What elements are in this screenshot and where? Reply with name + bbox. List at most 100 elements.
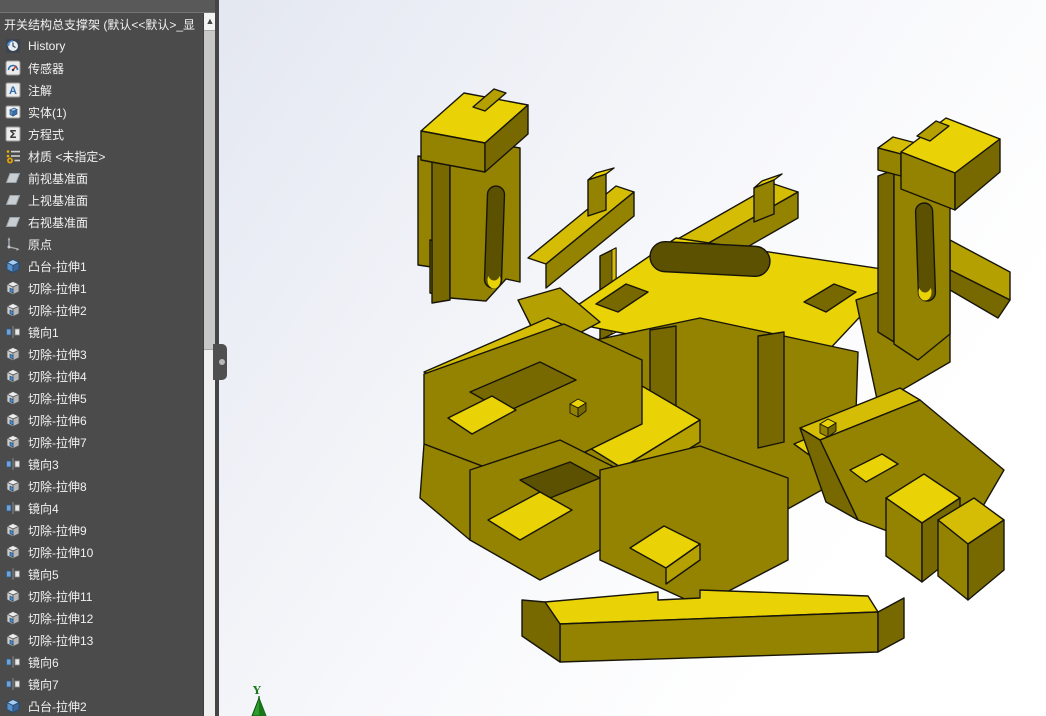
cut-extrude-icon	[5, 434, 21, 450]
tree-item[interactable]: 切除-拉伸10	[0, 541, 215, 563]
tree-item-label: 切除-拉伸6	[28, 413, 87, 428]
solid-bodies-icon	[5, 104, 21, 120]
boss-extrude-icon	[5, 698, 21, 714]
origin-icon	[5, 236, 21, 252]
cut-extrude-icon	[5, 412, 21, 428]
tree-item[interactable]: 右视基准面	[0, 211, 215, 233]
tree-item[interactable]: History	[0, 35, 215, 57]
tree-item[interactable]: 前视基准面	[0, 167, 215, 189]
tree-item[interactable]: 镜向5	[0, 563, 215, 585]
tree-item[interactable]: 切除-拉伸1	[0, 277, 215, 299]
tree-item[interactable]: 凸台-拉伸1	[0, 255, 215, 277]
tree-item[interactable]: A 注解	[0, 79, 215, 101]
tree-item-label: 切除-拉伸1	[28, 281, 87, 296]
tree-item[interactable]: 切除-拉伸12	[0, 607, 215, 629]
tree-item[interactable]: 凸台-拉伸2	[0, 695, 215, 716]
scroll-up-arrow-icon[interactable]: ▲	[204, 13, 215, 30]
tree-item-label: 切除-拉伸3	[28, 347, 87, 362]
tree-item-label: 上视基准面	[28, 193, 89, 208]
cut-extrude-icon	[5, 588, 21, 604]
tree-item-label: 镜向7	[28, 677, 59, 692]
cut-extrude-icon	[5, 632, 21, 648]
tree-item-label: 实体(1)	[28, 105, 67, 120]
tree-item-label: 切除-拉伸2	[28, 303, 87, 318]
mirror-icon	[5, 654, 21, 670]
tree-item[interactable]: 切除-拉伸3	[0, 343, 215, 365]
panel-top-bar	[0, 0, 215, 13]
tree-item[interactable]: 镜向7	[0, 673, 215, 695]
tree-item[interactable]: 材质 <未指定>	[0, 145, 215, 167]
mirror-icon	[5, 676, 21, 692]
triad-y-axis-icon	[251, 696, 267, 716]
equations-icon: Σ	[5, 126, 21, 142]
tree-item[interactable]: 切除-拉伸6	[0, 409, 215, 431]
tree-item[interactable]: 切除-拉伸11	[0, 585, 215, 607]
tree-root-item[interactable]: 开关结构总支撑架 (默认<<默认>_显	[0, 13, 215, 35]
panel-splitter-handle[interactable]	[213, 344, 227, 380]
tree-item-label: 切除-拉伸9	[28, 523, 87, 538]
tree-item[interactable]: 切除-拉伸9	[0, 519, 215, 541]
tree-item-label: 镜向4	[28, 501, 59, 516]
tree-item-label: 切除-拉伸13	[28, 633, 94, 648]
tree-item-label: 切除-拉伸5	[28, 391, 87, 406]
material-icon	[5, 148, 21, 164]
plane-icon	[5, 192, 21, 208]
plane-icon	[5, 170, 21, 186]
tree-item[interactable]: 镜向6	[0, 651, 215, 673]
cut-extrude-icon	[5, 478, 21, 494]
cut-extrude-icon	[5, 346, 21, 362]
tree-item-label: 凸台-拉伸1	[28, 259, 87, 274]
cut-extrude-icon	[5, 390, 21, 406]
tree-item-label: 切除-拉伸8	[28, 479, 87, 494]
feature-manager-panel: 开关结构总支撑架 (默认<<默认>_显 History 传感器 A 注解实体(1) Σ 方…	[0, 0, 215, 716]
cut-extrude-icon	[5, 368, 21, 384]
tree-item-label: 切除-拉伸4	[28, 369, 87, 384]
mirror-icon	[5, 324, 21, 340]
tree-item-label: 方程式	[28, 127, 65, 142]
mirror-icon	[5, 456, 21, 472]
tree-item[interactable]: 切除-拉伸2	[0, 299, 215, 321]
tree-item-label: History	[28, 39, 66, 53]
svg-text:A: A	[9, 85, 17, 97]
annotations-icon: A	[5, 82, 21, 98]
cut-extrude-icon	[5, 522, 21, 538]
solidworks-window: Y 开关结构总支撑架 (默认<<默认>_显 History 传感器 A 注解实体(1)…	[0, 0, 1046, 716]
tree-item[interactable]: Σ 方程式	[0, 123, 215, 145]
feature-tree: 开关结构总支撑架 (默认<<默认>_显 History 传感器 A 注解实体(1) Σ 方…	[0, 13, 215, 716]
mirror-icon	[5, 500, 21, 516]
history-icon	[5, 38, 21, 54]
tree-item-label: 凸台-拉伸2	[28, 699, 87, 714]
model-left-tower[interactable]	[417, 88, 529, 304]
tree-item[interactable]: 镜向4	[0, 497, 215, 519]
tree-item[interactable]: 实体(1)	[0, 101, 215, 123]
model-right-arm[interactable]	[949, 239, 1011, 319]
tree-item[interactable]: 上视基准面	[0, 189, 215, 211]
tree-item-label: 前视基准面	[28, 171, 89, 186]
tree-item-label: 材质 <未指定>	[28, 149, 106, 164]
tree-item-label: 镜向3	[28, 457, 59, 472]
plane-icon	[5, 214, 21, 230]
tree-item[interactable]: 原点	[0, 233, 215, 255]
tree-item-label: 切除-拉伸7	[28, 435, 87, 450]
scrollbar-thumb[interactable]	[204, 30, 215, 350]
tree-item-label: 镜向6	[28, 655, 59, 670]
tree-item-label: 切除-拉伸10	[28, 545, 94, 560]
cut-extrude-icon	[5, 610, 21, 626]
mirror-icon	[5, 566, 21, 582]
tree-item-label: 切除-拉伸12	[28, 611, 94, 626]
tree-item-label: 切除-拉伸11	[28, 589, 93, 604]
tree-item[interactable]: 切除-拉伸4	[0, 365, 215, 387]
tree-item[interactable]: 切除-拉伸5	[0, 387, 215, 409]
tree-item[interactable]: 镜向1	[0, 321, 215, 343]
tree-item-label: 镜向1	[28, 325, 59, 340]
tree-item[interactable]: 传感器	[0, 57, 215, 79]
tree-item[interactable]: 切除-拉伸7	[0, 431, 215, 453]
model-right-tower[interactable]	[877, 117, 1001, 361]
tree-item[interactable]: 切除-拉伸8	[0, 475, 215, 497]
tree-item-label: 右视基准面	[28, 215, 89, 230]
orientation-triad: Y	[246, 684, 272, 716]
tree-item[interactable]: 切除-拉伸13	[0, 629, 215, 651]
tree-item-label: 镜向5	[28, 567, 59, 582]
cut-extrude-icon	[5, 280, 21, 296]
tree-item[interactable]: 镜向3	[0, 453, 215, 475]
